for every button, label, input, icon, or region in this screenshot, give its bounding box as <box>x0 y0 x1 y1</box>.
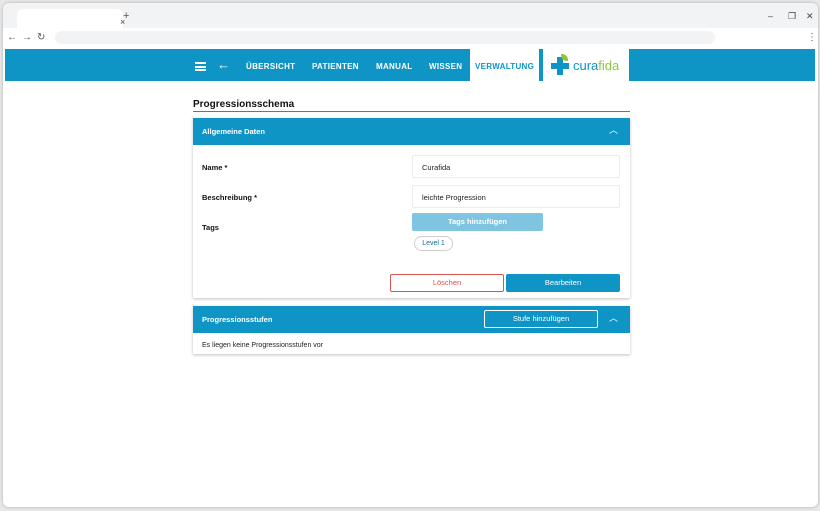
app-header: ← ÜBERSICHT PATIENTEN MANUAL WISSEN VERW… <box>5 49 815 81</box>
nav-verwaltung[interactable]: VERWALTUNG <box>470 49 540 81</box>
curafida-logo[interactable]: curafida <box>543 49 629 81</box>
description-field[interactable]: leichte Progression <box>412 185 620 208</box>
nav-uebersicht[interactable]: ÜBERSICHT <box>246 62 295 72</box>
menu-icon[interactable] <box>195 62 206 71</box>
address-bar[interactable] <box>55 31 715 44</box>
general-data-header[interactable]: Allgemeine Daten ︿ <box>193 118 630 145</box>
title-divider <box>193 111 630 112</box>
browser-window: × + – ❐ ✕ ← → ↻ ⋮ ← ÜBERSICHT PATIENTEN … <box>3 3 818 507</box>
forward-icon[interactable]: → <box>22 32 32 44</box>
progression-stages-title: Progressionsstufen <box>202 315 273 324</box>
logo-cross-icon <box>551 54 569 75</box>
page-title: Progressionsschema <box>193 99 295 110</box>
general-data-card: Allgemeine Daten ︿ Name * Curafida Besch… <box>193 118 630 298</box>
empty-stages-text: Es liegen keine Progressionsstufen vor <box>202 342 324 349</box>
delete-button[interactable]: Löschen <box>390 274 504 292</box>
reload-icon[interactable]: ↻ <box>37 32 45 44</box>
tab-strip: × + – ❐ ✕ <box>3 3 818 28</box>
edit-button[interactable]: Bearbeiten <box>506 274 620 292</box>
browser-toolbar: ← → ↻ ⋮ <box>3 28 818 48</box>
back-icon[interactable]: ← <box>7 32 17 44</box>
tags-label: Tags <box>202 223 219 232</box>
close-window-icon[interactable]: ✕ <box>806 11 814 21</box>
chevron-up-icon[interactable]: ︿ <box>609 313 618 324</box>
back-arrow-icon[interactable]: ← <box>217 57 230 73</box>
progression-stages-header[interactable]: Progressionsstufen Stufe hinzufügen ︿ <box>193 306 630 333</box>
name-field[interactable]: Curafida <box>412 155 620 178</box>
browser-tab[interactable]: × <box>17 9 125 28</box>
restore-icon[interactable]: ❐ <box>788 11 796 21</box>
chevron-up-icon[interactable]: ︿ <box>609 125 618 136</box>
nav-manual[interactable]: MANUAL <box>376 62 412 72</box>
nav-patienten[interactable]: PATIENTEN <box>312 62 359 72</box>
logo-text: curafida <box>573 58 620 73</box>
name-label: Name * <box>202 163 228 172</box>
add-tags-button[interactable]: Tags hinzufügen <box>412 213 543 231</box>
progression-stages-card: Progressionsstufen Stufe hinzufügen ︿ Es… <box>193 306 630 354</box>
nav-wissen[interactable]: WISSEN <box>429 62 462 72</box>
new-tab-icon[interactable]: + <box>123 10 129 22</box>
add-stage-button[interactable]: Stufe hinzufügen <box>484 310 598 328</box>
browser-menu-icon[interactable]: ⋮ <box>807 32 817 44</box>
description-label: Beschreibung * <box>202 193 258 202</box>
tag-chip[interactable]: Level 1 <box>414 236 453 251</box>
minimize-icon[interactable]: – <box>768 11 773 21</box>
general-data-title: Allgemeine Daten <box>202 127 265 136</box>
